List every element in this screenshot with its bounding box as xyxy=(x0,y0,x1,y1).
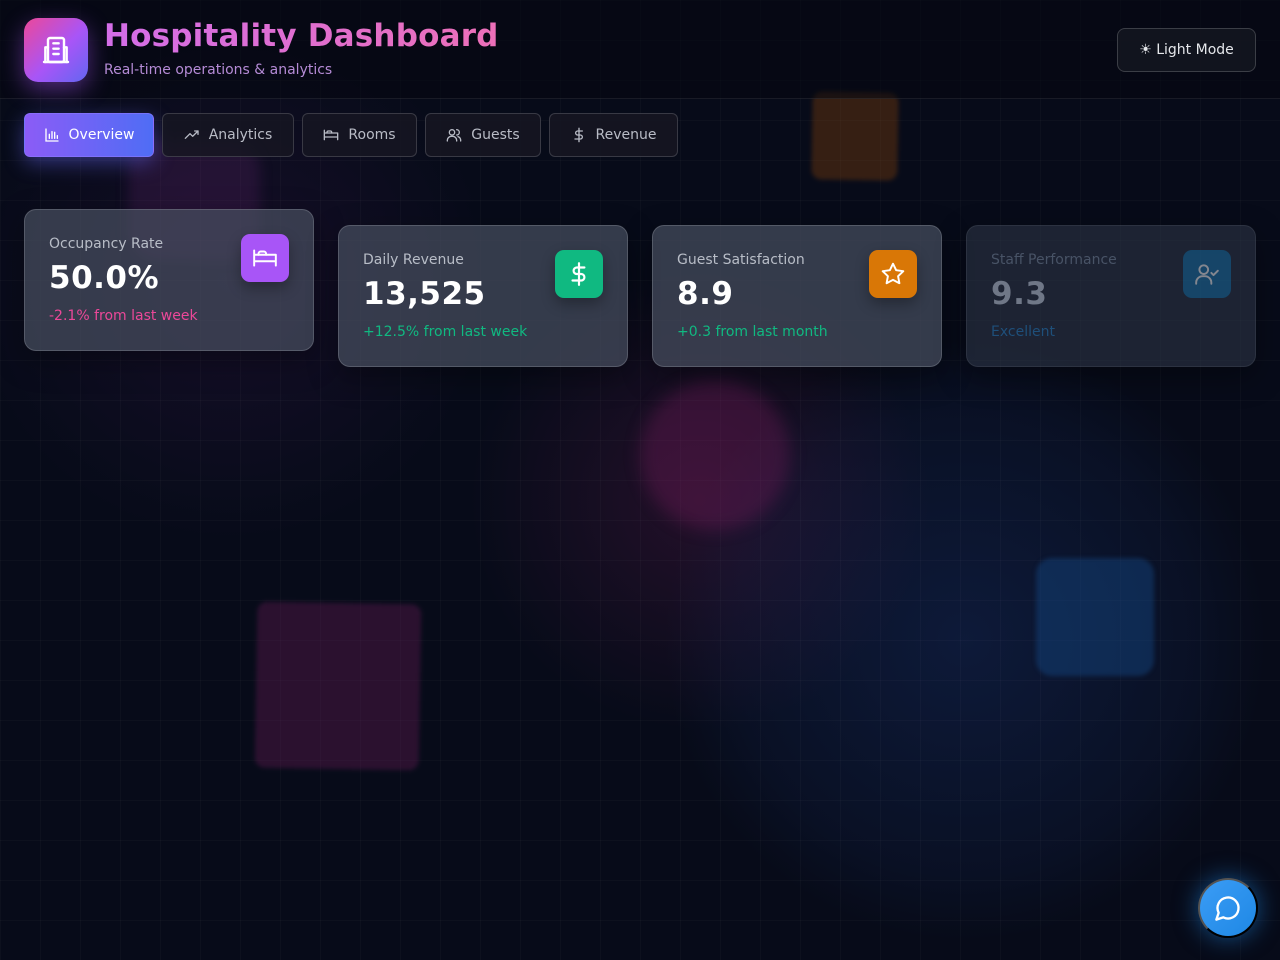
card-icon-box xyxy=(1183,250,1231,298)
card-icon-box xyxy=(241,234,289,282)
decorative-orb xyxy=(640,380,790,530)
chat-bubble-icon xyxy=(1215,896,1240,921)
tab-label: Revenue xyxy=(595,127,657,143)
tab-label: Guests xyxy=(471,127,520,143)
card-label: Staff Performance xyxy=(991,252,1117,268)
page-title: Hospitality Dashboard xyxy=(104,18,499,54)
card-label: Daily Revenue xyxy=(363,252,464,268)
card-change: +12.5% from last week xyxy=(363,324,528,340)
app-header: Hospitality Dashboard Real-time operatio… xyxy=(0,0,1280,99)
light-mode-toggle-button[interactable]: ☀ Light Mode xyxy=(1117,28,1256,72)
trending-up-icon xyxy=(184,130,199,139)
user-check-icon xyxy=(1195,264,1219,285)
card-occupancy-rate: Occupancy Rate 50.0% -2.1% from last wee… xyxy=(24,209,314,351)
card-daily-revenue: Daily Revenue 13,525 +12.5% from last we… xyxy=(338,225,628,367)
card-change: Excellent xyxy=(991,324,1055,340)
card-label: Occupancy Rate xyxy=(49,236,164,252)
card-change: +0.3 from last month xyxy=(677,324,828,340)
tab-guests[interactable]: Guests xyxy=(425,113,541,157)
card-icon-box xyxy=(869,250,917,298)
bar-chart-icon xyxy=(44,128,59,142)
card-value: 13,525 xyxy=(363,276,486,312)
decorative-shape xyxy=(254,601,422,771)
tab-revenue[interactable]: Revenue xyxy=(549,113,678,157)
page-subtitle: Real-time operations & analytics xyxy=(104,62,333,78)
card-value: 9.3 xyxy=(991,276,1048,312)
star-icon xyxy=(881,262,905,285)
chat-button[interactable] xyxy=(1198,878,1258,938)
decorative-shape xyxy=(811,91,899,181)
card-staff-performance: Staff Performance 9.3 Excellent xyxy=(966,225,1256,367)
building-icon xyxy=(42,36,70,64)
bed-icon xyxy=(253,249,277,267)
tab-label: Rooms xyxy=(348,127,396,143)
card-value: 8.9 xyxy=(677,276,734,312)
app-logo xyxy=(24,18,88,82)
card-change: -2.1% from last week xyxy=(49,308,198,324)
tab-rooms[interactable]: Rooms xyxy=(302,113,417,157)
tab-label: Overview xyxy=(68,127,135,143)
card-label: Guest Satisfaction xyxy=(677,252,805,268)
dollar-icon xyxy=(571,262,586,286)
tab-analytics[interactable]: Analytics xyxy=(162,113,294,157)
card-guest-satisfaction: Guest Satisfaction 8.9 +0.3 from last mo… xyxy=(652,225,942,367)
card-value: 50.0% xyxy=(49,260,160,296)
tab-overview[interactable]: Overview xyxy=(24,113,154,157)
dollar-icon xyxy=(573,127,583,143)
tab-label: Analytics xyxy=(208,127,273,143)
dashboard-page: Hospitality Dashboard Real-time operatio… xyxy=(0,0,1280,960)
card-icon-box xyxy=(555,250,603,298)
bed-icon xyxy=(324,129,339,141)
users-icon xyxy=(446,129,462,142)
decorative-shape xyxy=(1036,558,1154,676)
